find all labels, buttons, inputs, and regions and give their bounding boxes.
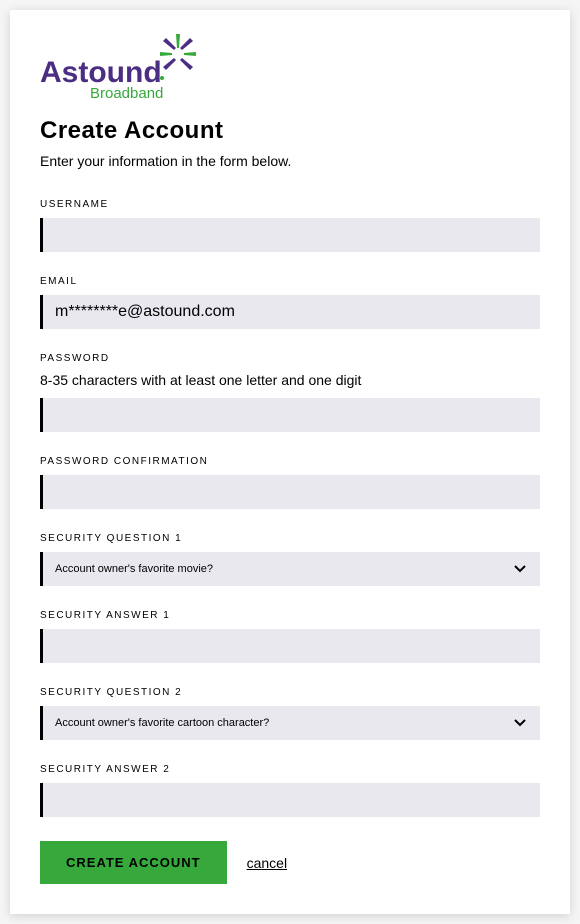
password-confirm-input-wrap (40, 475, 540, 509)
email-field: EMAIL (40, 276, 540, 329)
password-input[interactable] (55, 406, 528, 424)
security-answer-1-input[interactable] (55, 637, 528, 655)
page-subtitle: Enter your information in the form below… (40, 153, 540, 169)
security-question-2-select[interactable]: Account owner's favorite cartoon charact… (55, 717, 528, 729)
security-answer-2-input-wrap (40, 783, 540, 817)
username-input-wrap (40, 218, 540, 252)
password-confirm-field: PASSWORD CONFIRMATION (40, 456, 540, 509)
password-confirm-label: PASSWORD CONFIRMATION (40, 456, 540, 467)
username-label: USERNAME (40, 199, 540, 210)
password-confirm-input[interactable] (55, 483, 528, 501)
security-answer-2-field: SECURITY ANSWER 2 (40, 764, 540, 817)
security-answer-1-label: SECURITY ANSWER 1 (40, 610, 540, 621)
email-input[interactable] (55, 303, 528, 321)
password-label: PASSWORD (40, 353, 540, 364)
password-hint: 8-35 characters with at least one letter… (40, 372, 540, 388)
logo: Astound Broadband (40, 30, 540, 107)
security-answer-1-input-wrap (40, 629, 540, 663)
security-question-1-select[interactable]: Account owner's favorite movie? (55, 563, 528, 575)
security-question-1-select-wrap: Account owner's favorite movie? (40, 552, 540, 586)
security-answer-2-input[interactable] (55, 791, 528, 809)
page-title: Create Account (40, 117, 540, 145)
security-question-2-field: SECURITY QUESTION 2 Account owner's favo… (40, 687, 540, 740)
create-account-button[interactable]: CREATE ACCOUNT (40, 841, 227, 884)
username-input[interactable] (55, 226, 528, 244)
create-account-form: Astound Broadband Create Account Enter y… (10, 10, 570, 914)
username-field: USERNAME (40, 199, 540, 252)
security-question-2-select-wrap: Account owner's favorite cartoon charact… (40, 706, 540, 740)
password-field: PASSWORD 8-35 characters with at least o… (40, 353, 540, 432)
security-answer-2-label: SECURITY ANSWER 2 (40, 764, 540, 775)
security-question-1-field: SECURITY QUESTION 1 Account owner's favo… (40, 533, 540, 586)
logo-sub-text: Broadband (90, 85, 163, 102)
security-question-1-label: SECURITY QUESTION 1 (40, 533, 540, 544)
security-answer-1-field: SECURITY ANSWER 1 (40, 610, 540, 663)
email-label: EMAIL (40, 276, 540, 287)
security-question-2-label: SECURITY QUESTION 2 (40, 687, 540, 698)
password-input-wrap (40, 398, 540, 432)
form-actions: CREATE ACCOUNT cancel (40, 841, 540, 884)
email-input-wrap (40, 295, 540, 329)
cancel-link[interactable]: cancel (247, 855, 287, 871)
